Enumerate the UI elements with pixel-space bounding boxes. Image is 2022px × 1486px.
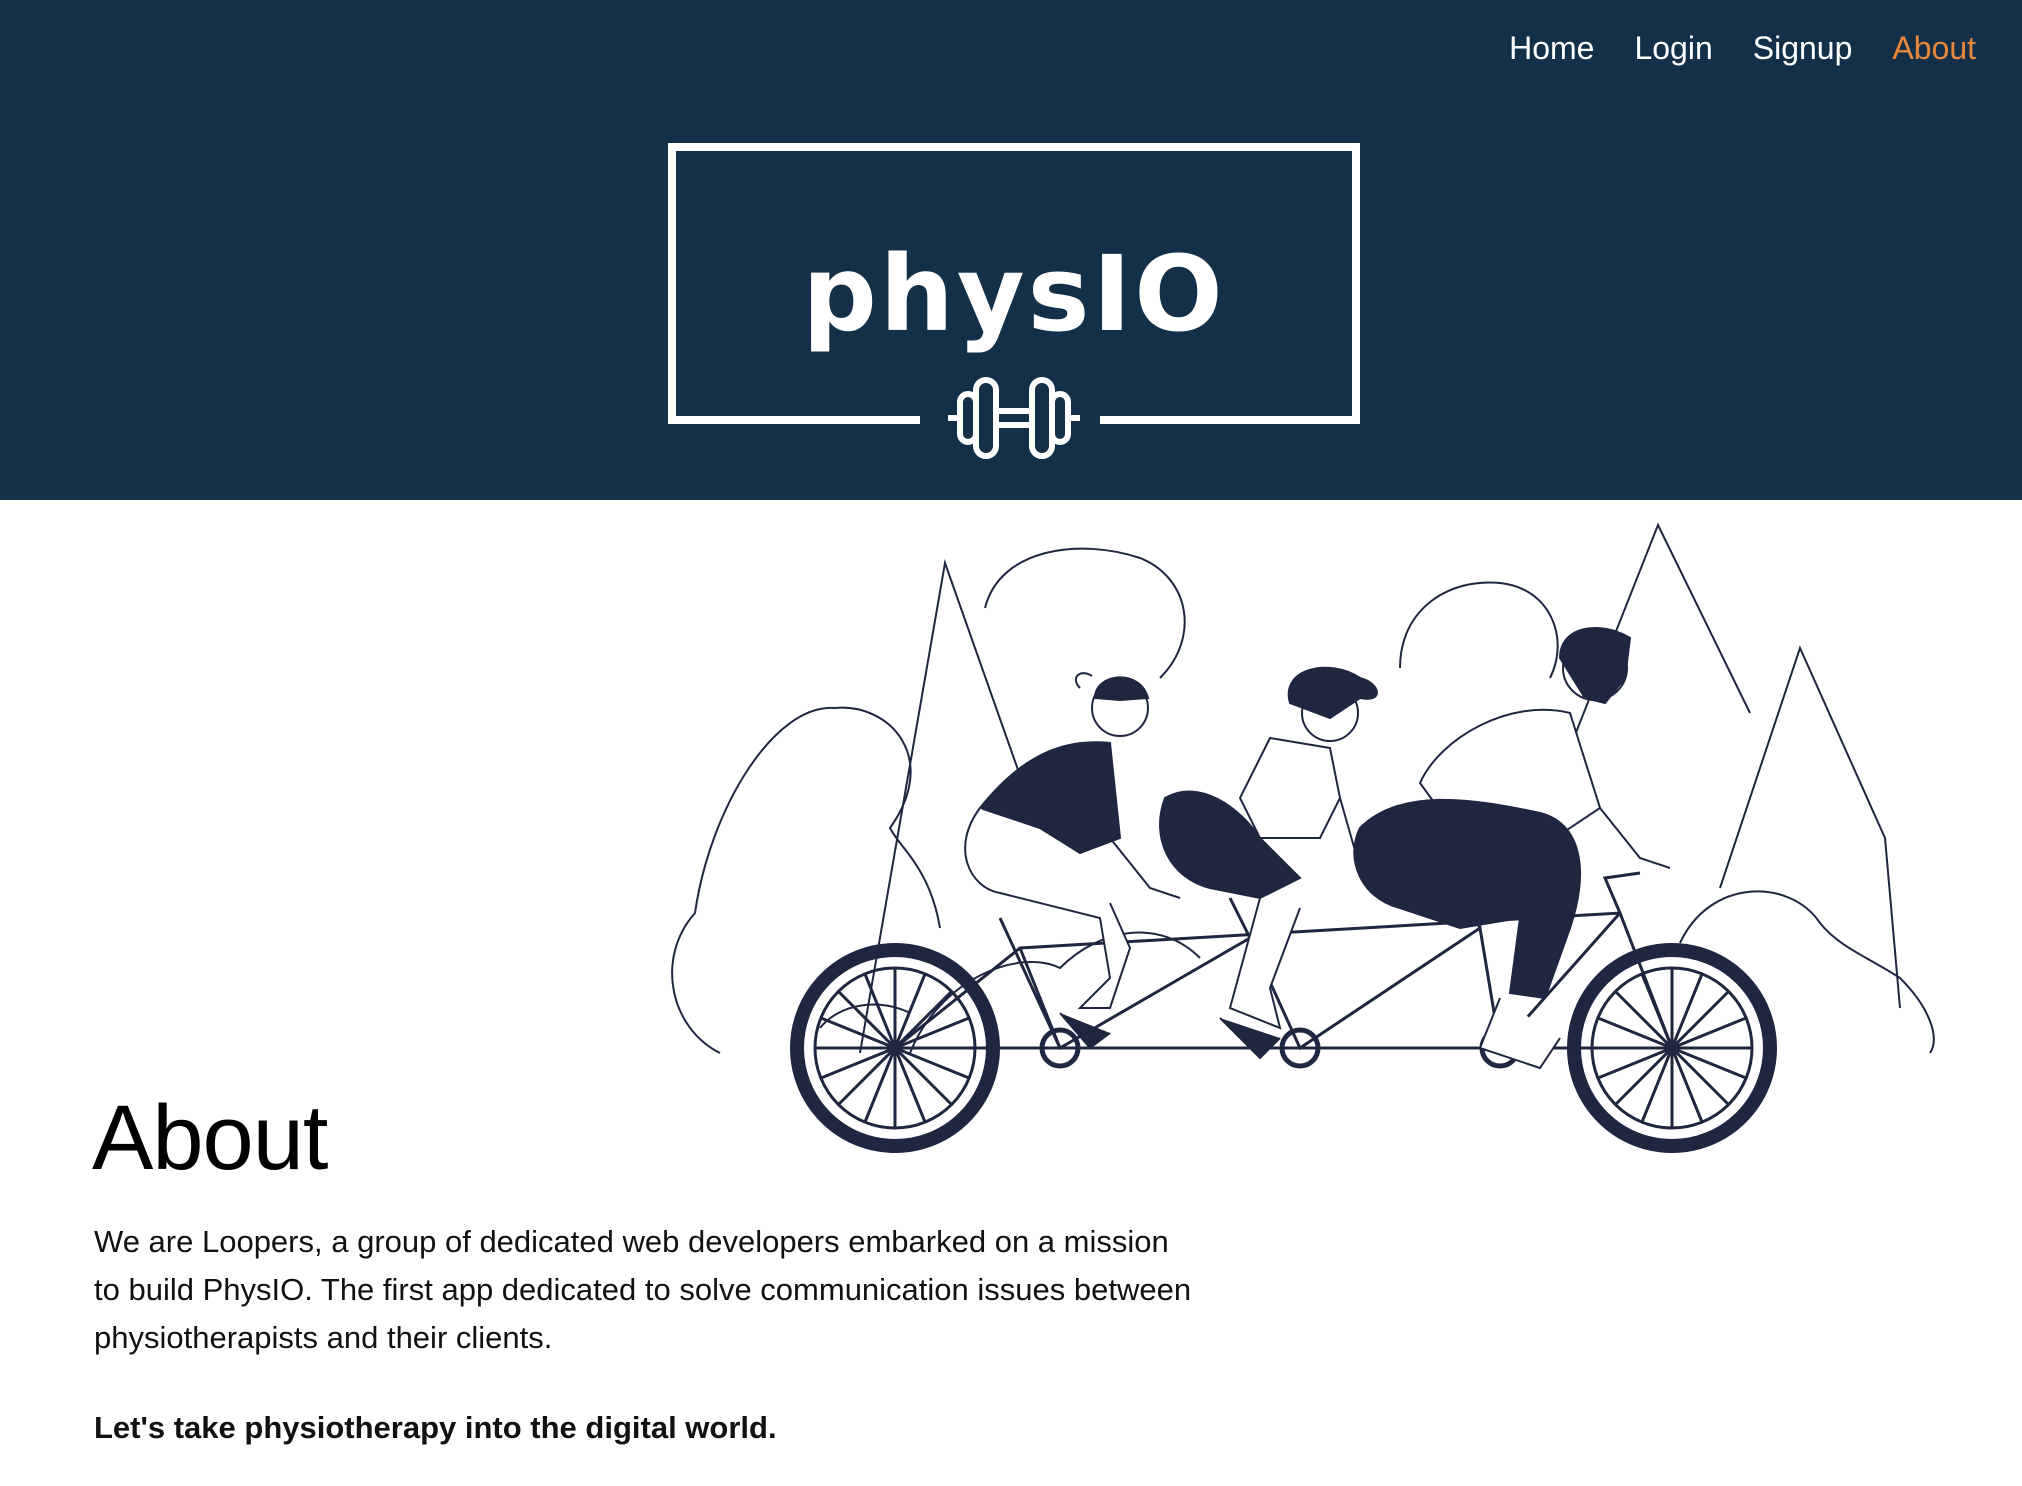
logo-wordmark: physIO xyxy=(802,233,1226,355)
page-title: About xyxy=(92,1087,328,1189)
dumbbell-icon xyxy=(948,377,1080,459)
rider-front xyxy=(1353,626,1671,1070)
mountain-outline xyxy=(1719,645,1901,1009)
tandem-bicycle-illustration xyxy=(640,508,1940,1168)
main-nav: Home Login Signup About xyxy=(1509,30,1976,67)
about-paragraph: We are Loopers, a group of dedicated web… xyxy=(94,1224,1192,1355)
about-tagline: Let's take physiotherapy into the digita… xyxy=(94,1410,777,1445)
physio-logo[interactable]: physIO xyxy=(668,143,1360,463)
nav-signup-link[interactable]: Signup xyxy=(1753,30,1853,67)
rider-rear xyxy=(964,672,1181,1050)
nav-home-link[interactable]: Home xyxy=(1509,30,1594,67)
nav-login-link[interactable]: Login xyxy=(1634,30,1712,67)
nav-about-link[interactable]: About xyxy=(1892,30,1976,67)
site-header: Home Login Signup About physIO xyxy=(0,0,2022,500)
